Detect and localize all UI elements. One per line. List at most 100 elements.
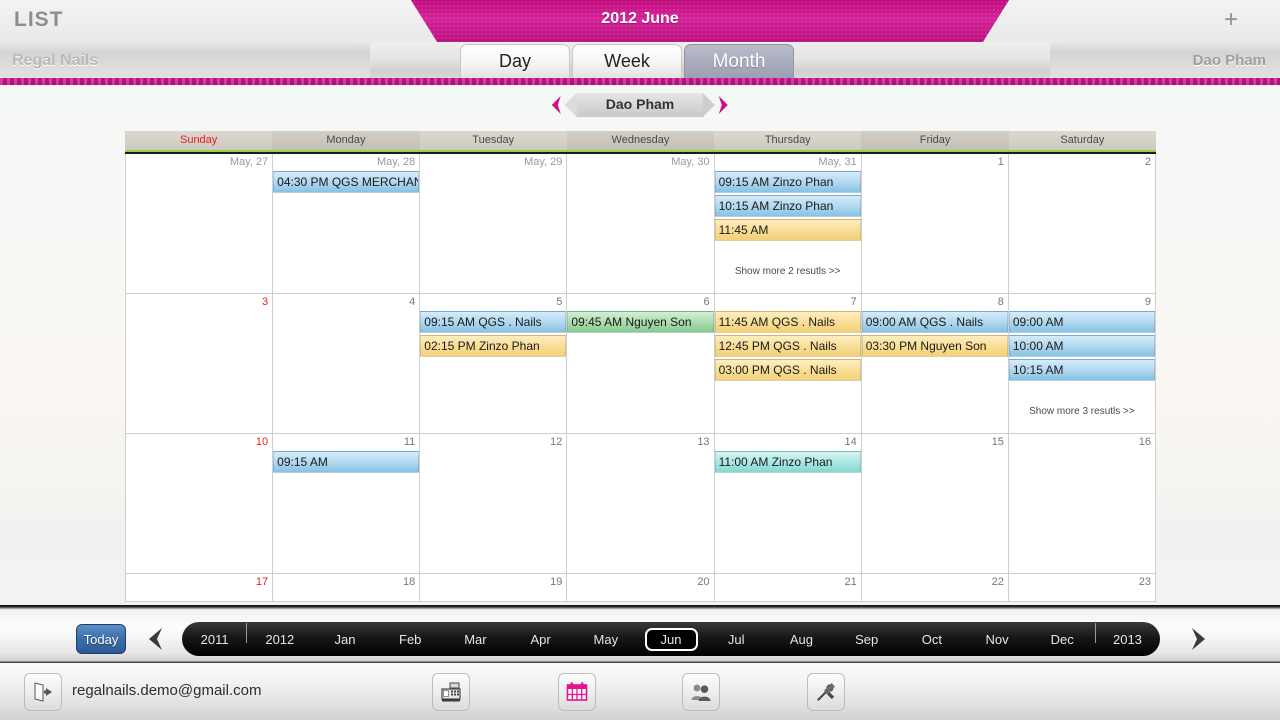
month-option-jan[interactable]: Jan <box>312 632 377 647</box>
next-period-button[interactable] <box>1184 625 1214 653</box>
appointment-event[interactable]: 03:30 PM Nguyen Son <box>861 335 1008 357</box>
day-events: 09:15 AM <box>273 451 420 475</box>
calendar-week-row: 17 18 19 20 21 22 23 <box>125 574 1156 602</box>
calendar-day-cell[interactable]: 14 11:00 AM Zinzo Phan <box>714 434 862 574</box>
month-option-feb[interactable]: Feb <box>378 632 443 647</box>
appointment-event[interactable]: 10:00 AM <box>1008 335 1155 357</box>
appointment-event[interactable]: 03:00 PM QGS . Nails <box>714 359 861 381</box>
month-option-dec[interactable]: Dec <box>1030 622 1097 647</box>
appointment-event[interactable]: 04:30 PM QGS MERCHAN <box>273 171 420 193</box>
calendar-day-cell[interactable]: 1 <box>861 154 1009 294</box>
dow-wednesday: Wednesday <box>566 131 715 150</box>
calendar-day-cell[interactable]: 18 <box>273 574 421 602</box>
calendar-day-cell[interactable]: 10 <box>126 434 274 574</box>
day-events: 09:45 AM Nguyen Son <box>567 311 714 335</box>
day-number: 13 <box>697 436 710 448</box>
day-number: May, 28 <box>376 156 416 168</box>
option-label: 2011 <box>200 631 229 647</box>
calendar-day-cell[interactable]: 19 <box>420 574 568 602</box>
appointment-event[interactable]: 09:00 AM QGS . Nails <box>861 311 1008 333</box>
day-number: 8 <box>997 296 1004 308</box>
today-button[interactable]: Today <box>76 624 126 654</box>
calendar-day-cell[interactable]: 3 <box>126 294 274 434</box>
appointment-event[interactable]: 09:45 AM Nguyen Son <box>567 311 714 333</box>
appointment-event[interactable]: 10:15 AM <box>1008 359 1155 381</box>
calendar-day-cell[interactable]: 22 <box>861 574 1009 602</box>
cash-register-icon <box>441 682 461 702</box>
day-events: 09:15 AM QGS . Nails 02:15 PM Zinzo Phan <box>420 311 567 359</box>
calendar-day-cell[interactable]: May, 29 <box>420 154 568 294</box>
calendar-day-cell[interactable]: 5 09:15 AM QGS . Nails 02:15 PM Zinzo Phan <box>420 294 568 434</box>
calendar-day-cell[interactable]: 7 11:45 AM QGS . Nails 12:45 PM QGS . Nail… <box>714 294 862 434</box>
option-label: 2013 <box>1112 631 1142 647</box>
calendar-day-cell[interactable]: 21 <box>714 574 862 602</box>
dow-friday: Friday <box>861 131 1009 150</box>
month-option-jul[interactable]: Jul <box>704 632 769 647</box>
calendar-day-cell[interactable]: 16 <box>1008 434 1156 574</box>
month-option-sep[interactable]: Sep <box>834 632 899 647</box>
settings-button[interactable] <box>807 673 845 711</box>
day-number: 20 <box>697 576 710 588</box>
appointment-event[interactable]: 09:15 AM Zinzo Phan <box>714 171 861 193</box>
appointment-event[interactable]: 02:15 PM Zinzo Phan <box>420 335 567 357</box>
year-option-2012[interactable]: 2012 <box>246 622 312 647</box>
calendar-day-cell[interactable]: May, 27 <box>126 154 274 294</box>
day-number: 14 <box>844 436 857 448</box>
appointment-event[interactable]: 10:15 AM Zinzo Phan <box>714 195 861 217</box>
pos-button[interactable] <box>432 673 470 711</box>
appointment-event[interactable]: 09:15 AM QGS . Nails <box>420 311 567 333</box>
calendar-day-cell[interactable]: 13 <box>567 434 715 574</box>
calendar-day-cell[interactable]: 8 09:00 AM QGS . Nails 03:30 PM Nguyen Son <box>861 294 1009 434</box>
calendar-day-cell[interactable]: 15 <box>861 434 1009 574</box>
logout-button[interactable] <box>24 673 62 711</box>
calendar-grid: Sunday Monday Tuesday Wednesday Thursday… <box>125 131 1156 602</box>
month-option-may[interactable]: May <box>573 632 638 647</box>
appointment-event[interactable]: 09:00 AM <box>1008 311 1155 333</box>
customers-button[interactable] <box>682 673 720 711</box>
prev-period-button[interactable] <box>140 625 170 653</box>
chevron-right-icon[interactable] <box>712 94 734 116</box>
tab-week[interactable]: Week <box>572 44 682 78</box>
calendar-day-cell[interactable]: 17 <box>126 574 274 602</box>
year-option-2013[interactable]: 2013 <box>1095 632 1160 647</box>
calendar-day-cell[interactable]: 9 09:00 AM 10:00 AM 10:15 AM Show more 3 res… <box>1008 294 1156 434</box>
day-number: 15 <box>991 436 1004 448</box>
appointment-event[interactable]: 12:45 PM QGS . Nails <box>714 335 861 357</box>
day-number: 22 <box>991 576 1004 588</box>
calendar-day-cell[interactable]: May, 28 04:30 PM QGS MERCHAN <box>273 154 421 294</box>
option-label: Sep <box>855 631 879 647</box>
month-option-mar[interactable]: Mar <box>443 632 508 647</box>
calendar-day-cell[interactable]: 12 <box>420 434 568 574</box>
appointment-event[interactable]: 11:45 AM <box>714 219 861 241</box>
calendar-day-cell[interactable]: 6 09:45 AM Nguyen Son <box>567 294 715 434</box>
logout-door-icon <box>34 682 52 702</box>
day-events: 09:00 AM 10:00 AM 10:15 AM <box>1008 311 1155 383</box>
calendar-day-cell[interactable]: 11 09:15 AM <box>273 434 421 574</box>
calendar-day-cell[interactable]: May, 30 <box>567 154 715 294</box>
appointment-event[interactable]: 09:15 AM <box>273 451 420 473</box>
month-option-nov[interactable]: Nov <box>964 632 1029 647</box>
dow-thursday: Thursday <box>714 131 862 150</box>
calendar-button[interactable] <box>558 673 596 711</box>
month-option-aug[interactable]: Aug <box>769 632 834 647</box>
appointment-event[interactable]: 11:45 AM QGS . Nails <box>714 311 861 333</box>
appointment-event[interactable]: 11:00 AM Zinzo Phan <box>714 451 861 473</box>
tab-day[interactable]: Day <box>460 44 570 78</box>
option-label: Jun <box>644 627 698 651</box>
calendar-day-cell[interactable]: 20 <box>567 574 715 602</box>
year-option-2011[interactable]: 2011 <box>182 632 247 647</box>
calendar-day-cell[interactable]: 4 <box>273 294 421 434</box>
month-option-apr[interactable]: Apr <box>508 632 573 647</box>
month-option-oct[interactable]: Oct <box>899 632 964 647</box>
day-number: 19 <box>550 576 563 588</box>
employee-name-chip[interactable]: Dao Pham <box>564 93 716 117</box>
calendar-day-cell[interactable]: May, 31 09:15 AM Zinzo Phan 10:15 AM Zinzo… <box>714 154 862 294</box>
tab-month[interactable]: Month <box>684 44 794 78</box>
calendar-day-cell[interactable]: 23 <box>1008 574 1156 602</box>
show-more-link[interactable]: Show more 2 resutls >> <box>715 266 861 277</box>
calendar-day-cell[interactable]: 2 <box>1008 154 1156 294</box>
month-option-jun[interactable]: Jun <box>638 627 703 651</box>
show-more-link[interactable]: Show more 3 resutls >> <box>1009 406 1155 417</box>
customers-icon <box>691 684 711 701</box>
add-appointment-button[interactable]: + <box>1224 8 1238 32</box>
